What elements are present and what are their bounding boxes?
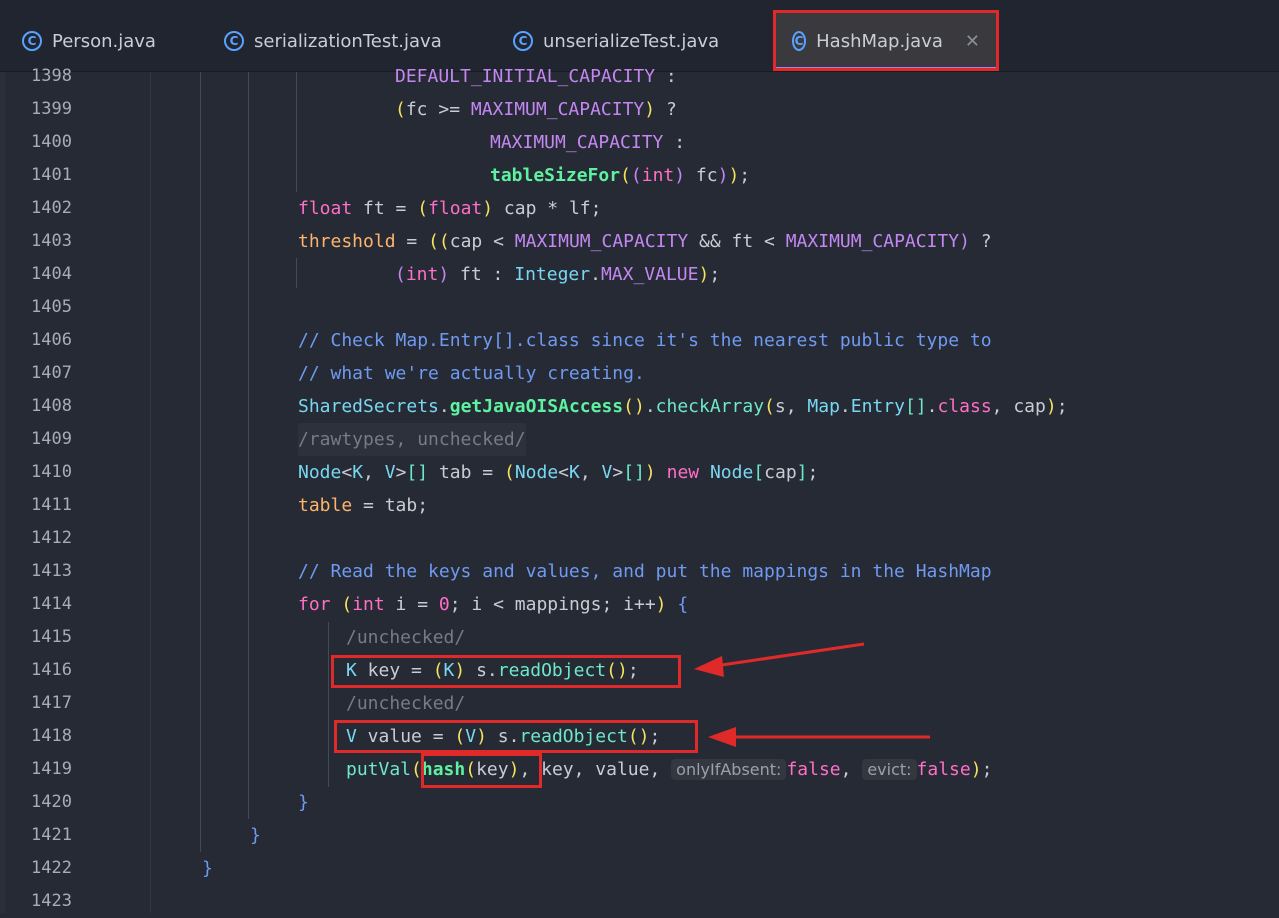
code-line: MAXIMUM_CAPACITY : (490, 132, 686, 153)
code-line: tableSizeFor((int) fc)); (490, 165, 751, 186)
code-comment: // Check Map.Entry[].class since it's th… (298, 330, 992, 351)
code-line: DEFAULT_INITIAL_CAPACITY : (395, 66, 677, 87)
code-annotation-comment: /unchecked/ (346, 627, 466, 648)
code-line: putVal(hash(key), key, value, onlyIfAbse… (346, 759, 993, 780)
code-annotation-comment: /unchecked/ (346, 693, 466, 714)
param-hint-onlyifabsent: onlyIfAbsent: (671, 759, 787, 780)
code-line: K key = (K) s.readObject(); (346, 660, 639, 681)
code-line: threshold = ((cap < MAXIMUM_CAPACITY && … (298, 231, 992, 252)
code-annotation-comment: /rawtypes, unchecked/ (298, 423, 526, 456)
closing-brace: } (250, 825, 261, 846)
code-comment: // Read the keys and values, and put the… (298, 561, 992, 582)
code-line: Node<K, V>[] tab = (Node<K, V>[]) new No… (298, 462, 819, 483)
code-line: float ft = (float) cap * lf; (298, 198, 602, 219)
closing-brace: } (202, 858, 213, 879)
code-line: (fc >= MAXIMUM_CAPACITY) ? (395, 99, 677, 120)
code-line: SharedSecrets.getJavaOISAccess().checkAr… (298, 396, 1068, 417)
code-line: V value = (V) s.readObject(); (346, 726, 661, 747)
param-hint-evict: evict: (862, 759, 917, 780)
code-line: for (int i = 0; i < mappings; i++) { (298, 594, 689, 615)
code-line: (int) ft : Integer.MAX_VALUE); (395, 264, 721, 285)
code-comment: // what we're actually creating. (298, 363, 645, 384)
code-line: table = tab; (298, 495, 429, 516)
code-editor[interactable]: DEFAULT_INITIAL_CAPACITY : (fc >= MAXIMU… (0, 0, 1279, 913)
closing-brace: } (298, 792, 309, 813)
